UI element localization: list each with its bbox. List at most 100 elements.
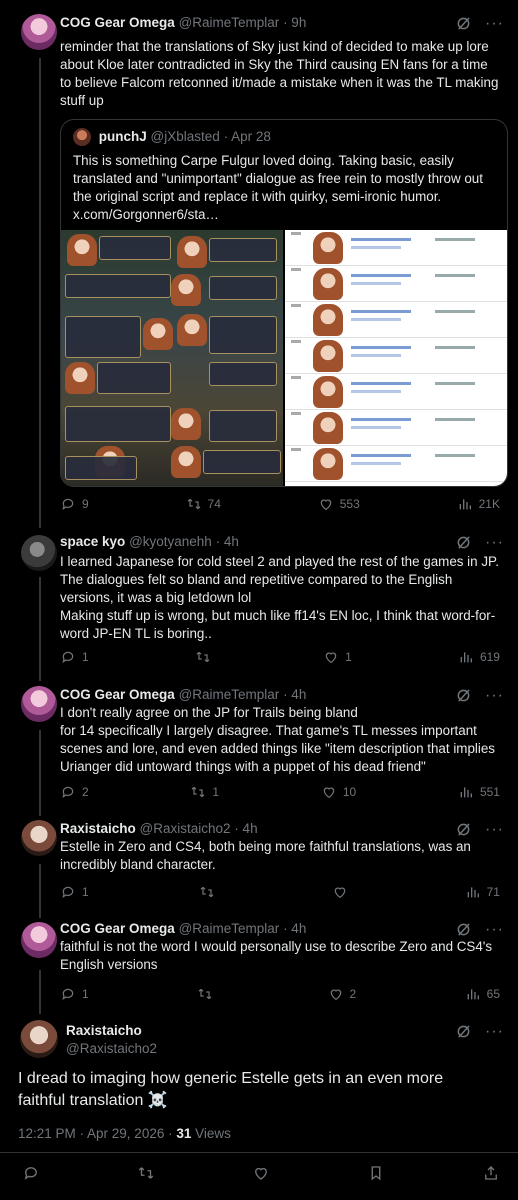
author-handle[interactable]: @Raxistaicho2	[66, 1040, 157, 1058]
reply-button[interactable]: 9	[60, 496, 89, 512]
like-button[interactable]	[332, 884, 354, 900]
quote-link[interactable]: x.com/Gorgonner6/sta…	[73, 206, 493, 224]
avatar[interactable]	[21, 922, 57, 958]
author-handle[interactable]: @RaimeTemplar	[179, 687, 280, 702]
like-count: 553	[339, 497, 360, 511]
reply-icon	[62, 786, 74, 798]
post-timestamp[interactable]: 12:21 PM · Apr 29, 2026 ·	[18, 1126, 176, 1141]
author-name[interactable]: space kyo	[60, 534, 125, 549]
like-button[interactable]: 1	[323, 649, 352, 665]
author-handle[interactable]: @Raxistaicho2	[140, 821, 231, 836]
views-icon	[460, 787, 472, 798]
post-time[interactable]: · 4h	[216, 534, 239, 549]
views-button[interactable]: 65	[465, 986, 500, 1002]
avatar[interactable]	[21, 820, 57, 856]
retweet-button[interactable]	[195, 649, 217, 665]
views-count: 31	[176, 1126, 192, 1141]
retweet-count: 1	[212, 785, 220, 799]
reply-button[interactable]: 1	[60, 649, 89, 665]
like-count: 10	[342, 785, 357, 799]
grok-icon[interactable]	[456, 688, 471, 703]
share-icon[interactable]	[482, 1164, 500, 1182]
post-time[interactable]: · 4h	[234, 821, 257, 836]
more-icon[interactable]: ···	[485, 534, 504, 550]
avatar[interactable]	[20, 1020, 58, 1058]
reply-count: 1	[82, 885, 89, 899]
reply-button[interactable]: 2	[60, 784, 89, 800]
reply-icon	[62, 498, 74, 510]
retweet-icon[interactable]	[137, 1164, 155, 1182]
more-icon[interactable]: ···	[485, 15, 504, 31]
retweet-button[interactable]	[199, 884, 221, 900]
reply-count: 9	[82, 497, 89, 511]
post-time[interactable]: · 4h	[283, 687, 306, 702]
quoted-tweet[interactable]: punchJ @jXblasted · Apr 28 This is somet…	[60, 119, 508, 487]
views-button[interactable]: 71	[465, 884, 500, 900]
reply-icon	[62, 886, 74, 898]
avatar[interactable]	[21, 535, 57, 571]
tweet-3[interactable]: COG Gear Omega @RaimeTemplar · 4h ··· I …	[0, 678, 518, 808]
author-name[interactable]: Raxistaicho	[66, 1022, 157, 1040]
bookmark-icon[interactable]	[367, 1164, 385, 1182]
quote-text: This is something Carpe Fulgur loved doi…	[73, 153, 483, 204]
avatar[interactable]	[21, 686, 57, 722]
more-icon[interactable]: ···	[485, 687, 504, 703]
retweet-button[interactable]: 1	[190, 784, 219, 800]
author-handle[interactable]: @RaimeTemplar	[179, 921, 280, 936]
heart-icon[interactable]	[252, 1164, 270, 1182]
views-button[interactable]: 619	[458, 649, 500, 665]
tweet-4[interactable]: Raxistaicho @Raxistaicho2 · 4h ··· Estel…	[0, 812, 518, 917]
tweet-text: I learned Japanese for cold steel 2 and …	[60, 554, 499, 641]
more-icon[interactable]: ···	[485, 821, 504, 837]
like-button[interactable]: 2	[328, 986, 356, 1002]
comparison-table-image[interactable]	[285, 230, 507, 486]
reply-icon	[62, 651, 74, 663]
view-count: 21K	[478, 497, 500, 511]
author-name[interactable]: Raxistaicho	[60, 821, 136, 836]
reply-button[interactable]: 1	[60, 986, 89, 1002]
reply-icon[interactable]	[22, 1164, 40, 1182]
views-button[interactable]: 551	[458, 784, 500, 800]
grok-icon[interactable]	[456, 922, 471, 937]
like-button[interactable]: 553	[318, 496, 360, 512]
view-count: 551	[479, 785, 500, 799]
retweet-icon	[187, 498, 200, 510]
grok-icon[interactable]	[456, 1024, 471, 1039]
tweet-text: I don't really agree on the JP for Trail…	[60, 705, 495, 774]
avatar[interactable]	[21, 14, 57, 50]
retweet-icon	[198, 988, 212, 1000]
tweet-1[interactable]: COG Gear Omega @RaimeTemplar · 9h ··· re…	[0, 0, 518, 525]
like-count: 1	[345, 650, 352, 664]
author-name[interactable]: COG Gear Omega	[60, 15, 175, 30]
tweet-text: Estelle in Zero and CS4, both being more…	[60, 839, 471, 872]
views-icon	[460, 652, 472, 663]
more-icon[interactable]: ···	[485, 1023, 504, 1039]
views-icon	[459, 499, 471, 510]
retweet-count: 74	[207, 497, 221, 511]
quote-author-name: punchJ	[98, 129, 147, 144]
post-time[interactable]: · 4h	[283, 921, 306, 936]
more-icon[interactable]: ···	[485, 921, 504, 937]
author-handle[interactable]: @RaimeTemplar	[179, 15, 280, 30]
views-button[interactable]: 21K	[457, 496, 500, 512]
tweet-text: faithful is not the word I would persona…	[60, 939, 493, 972]
reply-count: 1	[82, 650, 89, 664]
grok-icon[interactable]	[456, 535, 471, 550]
author-handle[interactable]: @kyotyanehh	[129, 534, 212, 549]
game-screenshot-image[interactable]	[61, 230, 283, 486]
author-name[interactable]: COG Gear Omega	[60, 921, 175, 936]
post-time[interactable]: · 9h	[283, 15, 306, 30]
retweet-button[interactable]: 74	[186, 496, 221, 512]
grok-icon[interactable]	[456, 822, 471, 837]
tweet-5[interactable]: COG Gear Omega @RaimeTemplar · 4h ··· fa…	[0, 912, 518, 1012]
retweet-icon	[200, 886, 214, 898]
view-count: 71	[486, 885, 500, 899]
tweet-2[interactable]: space kyo @kyotyanehh · 4h ··· I learned…	[0, 525, 518, 685]
reply-count: 1	[82, 987, 89, 1001]
like-button[interactable]: 10	[321, 784, 356, 800]
reply-button[interactable]: 1	[60, 884, 89, 900]
retweet-button[interactable]	[197, 986, 219, 1002]
author-name[interactable]: COG Gear Omega	[60, 687, 175, 702]
tweet-text: I dread to imaging how generic Estelle g…	[18, 1070, 444, 1109]
grok-icon[interactable]	[456, 16, 471, 31]
